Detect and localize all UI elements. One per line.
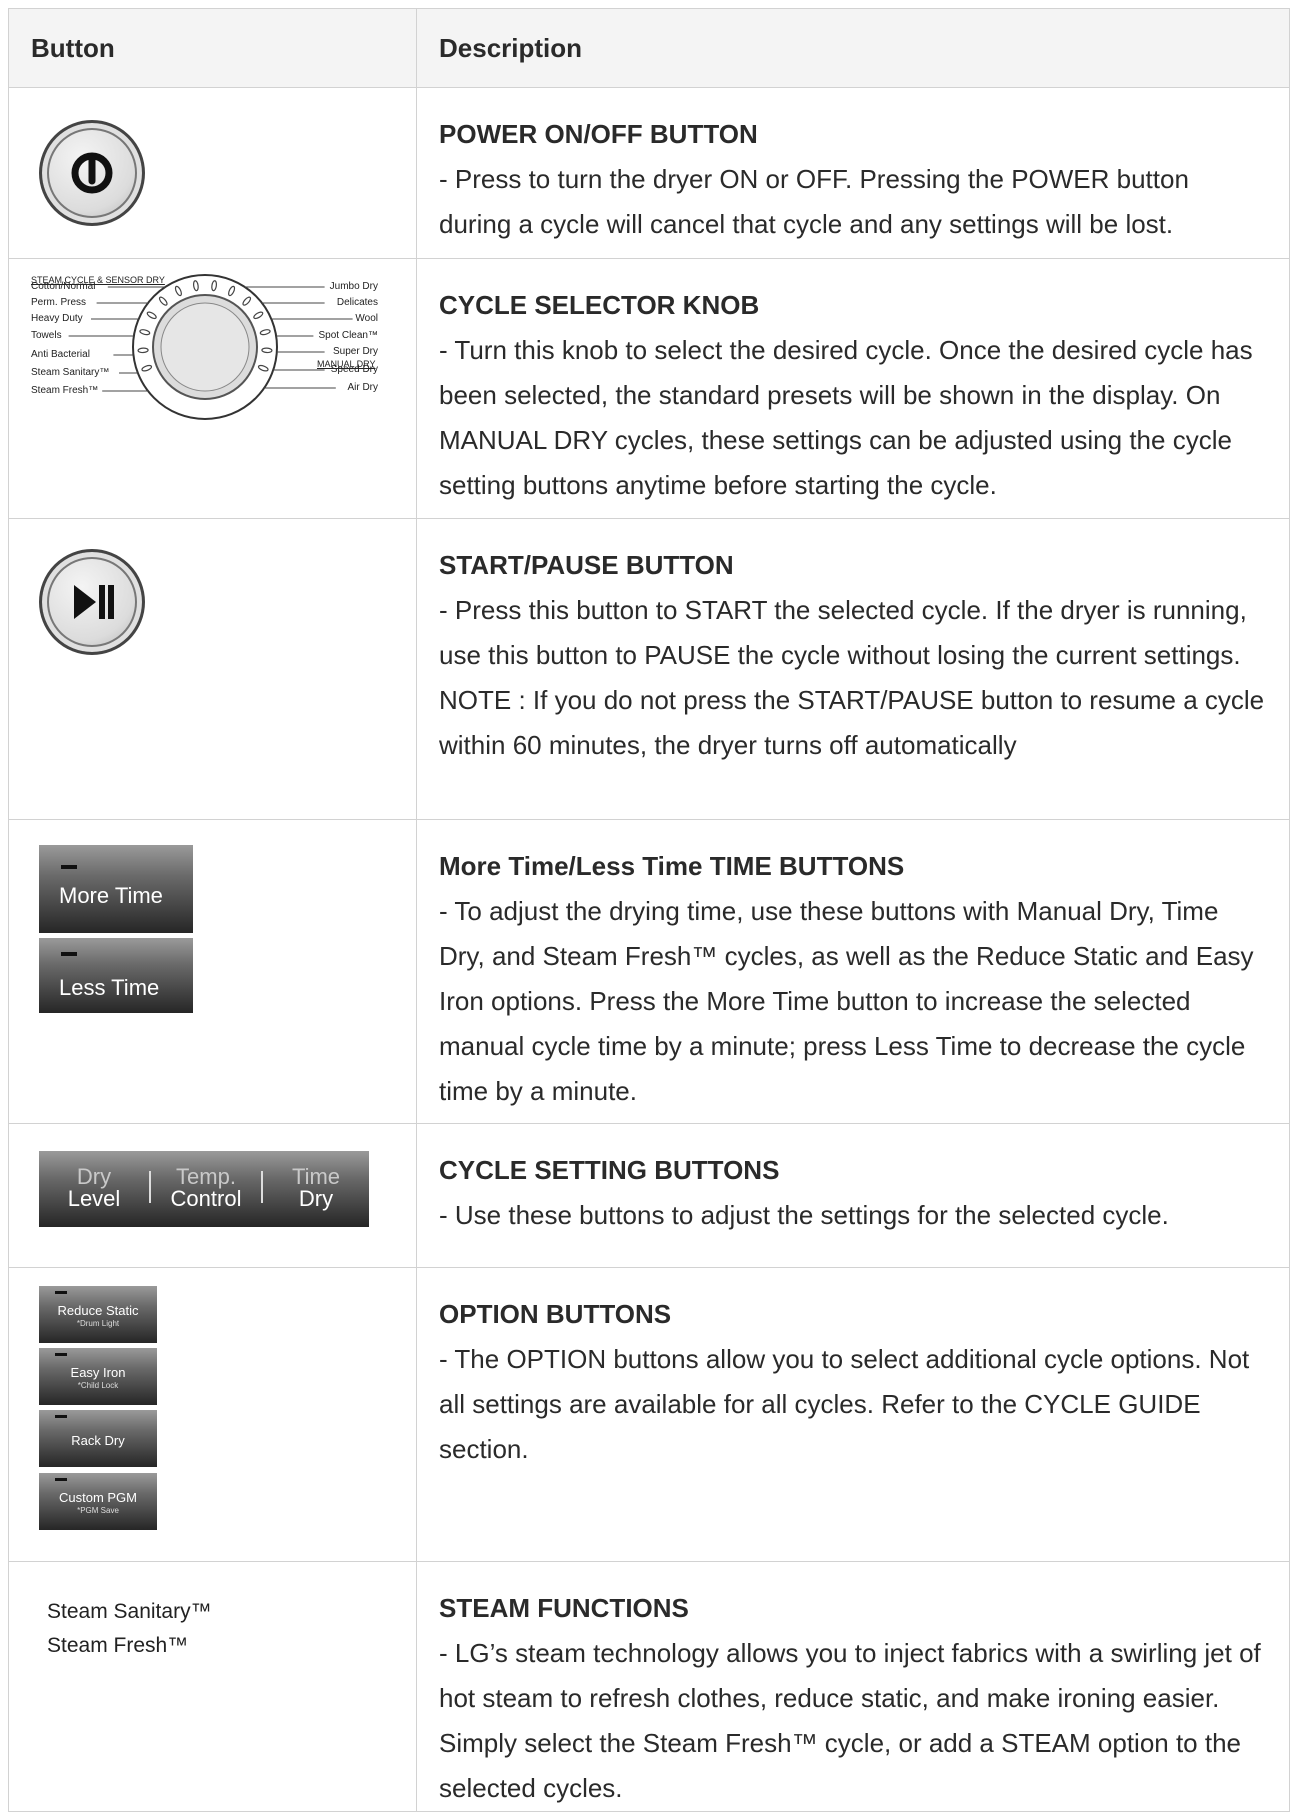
row-title: OPTION BUTTONS bbox=[439, 1299, 672, 1329]
table-row-time-buttons: More Time Less Time More Time/Less Time … bbox=[8, 819, 1290, 1124]
dial-label: Super Dry bbox=[332, 346, 378, 357]
option-sub-label: *Drum Light bbox=[76, 1319, 120, 1328]
steam-fresh-label: Steam Fresh™ bbox=[47, 1634, 189, 1657]
row-text: - Use these buttons to adjust the settin… bbox=[439, 1200, 1169, 1230]
option-button-icon: Custom PGM *PGM Save bbox=[39, 1473, 157, 1530]
indicator-light bbox=[61, 952, 77, 956]
table-row-option-buttons: Reduce Static *Drum Light Easy Iron *Child … bbox=[8, 1267, 1290, 1562]
indicator-light bbox=[55, 1478, 67, 1481]
row-text: - To adjust the drying time, use these b… bbox=[439, 896, 1254, 1106]
steam-sanitary-label: Steam Sanitary™ bbox=[47, 1600, 212, 1623]
option-label: Reduce Static bbox=[57, 1303, 139, 1318]
setting-description-cell: CYCLE SETTING BUTTONS - Use these button… bbox=[416, 1123, 1290, 1268]
table-row-steam-functions: Steam Sanitary™ Steam Fresh™ STEAM FUNCT… bbox=[8, 1561, 1290, 1812]
dial-label: Towels bbox=[31, 330, 62, 341]
more-time-label: More Time bbox=[59, 883, 163, 908]
cycle-setting-buttons-icon: Dry Level Temp. Control Time Dry bbox=[39, 1151, 369, 1227]
steam-image-cell: Steam Sanitary™ Steam Fresh™ bbox=[8, 1561, 417, 1812]
row-title: CYCLE SETTING BUTTONS bbox=[439, 1155, 780, 1185]
option-button-icon: Rack Dry bbox=[39, 1410, 157, 1467]
dial-label: Jumbo Dry bbox=[329, 281, 378, 292]
dial-label: Wool bbox=[355, 313, 378, 324]
header-description: Description bbox=[416, 8, 1290, 88]
row-title: POWER ON/OFF BUTTON bbox=[439, 119, 758, 149]
dial-label: Steam Sanitary™ bbox=[31, 367, 110, 378]
power-button-icon bbox=[39, 120, 145, 226]
start-pause-button-icon bbox=[39, 549, 145, 655]
temp-control-segment: Temp. Control bbox=[170, 1164, 242, 1211]
option-label: Custom PGM bbox=[58, 1490, 137, 1505]
dial-label: Steam Fresh™ bbox=[31, 385, 99, 396]
option-image-cell: Reduce Static *Drum Light Easy Iron *Child … bbox=[8, 1267, 417, 1562]
table-header-row: Button Description bbox=[8, 8, 1290, 88]
option-sub-label: *PGM Save bbox=[77, 1506, 119, 1515]
table-row-cycle-setting: Dry Level Temp. Control Time Dry CYCLE S… bbox=[8, 1123, 1290, 1268]
power-description-cell: POWER ON/OFF BUTTON - Press to turn the … bbox=[416, 87, 1290, 259]
indicator-light bbox=[55, 1353, 67, 1356]
time-image-cell: More Time Less Time bbox=[8, 819, 417, 1124]
indicator-light bbox=[61, 865, 77, 869]
dial-label: Spot Clean™ bbox=[318, 330, 378, 341]
start-description-cell: START/PAUSE BUTTON - Press this button t… bbox=[416, 518, 1290, 820]
row-text: - The OPTION buttons allow you to select… bbox=[439, 1344, 1250, 1464]
less-time-button-icon: Less Time bbox=[39, 938, 193, 1013]
indicator-light bbox=[55, 1291, 67, 1294]
row-text: - Press this button to START the selecte… bbox=[439, 595, 1265, 760]
dial-label: Anti Bacterial bbox=[31, 349, 90, 360]
row-title: STEAM FUNCTIONS bbox=[439, 1593, 689, 1623]
less-time-label: Less Time bbox=[59, 975, 160, 1000]
row-text: - Press to turn the dryer ON or OFF. Pre… bbox=[439, 164, 1189, 239]
option-description-cell: OPTION BUTTONS - The OPTION buttons allo… bbox=[416, 1267, 1290, 1562]
dry-level-segment: Dry Level bbox=[67, 1164, 121, 1211]
row-title: More Time/Less Time TIME BUTTONS bbox=[439, 851, 905, 881]
dial-label: Air Dry bbox=[347, 382, 378, 393]
option-button-icon: Easy Iron *Child Lock bbox=[39, 1348, 157, 1405]
indicator-light bbox=[55, 1415, 67, 1418]
row-text: - LG’s steam technology allows you to in… bbox=[439, 1638, 1261, 1803]
knob-description-cell: CYCLE SELECTOR KNOB - Turn this knob to … bbox=[416, 258, 1290, 519]
dial-label: Delicates bbox=[336, 297, 378, 308]
option-label: Rack Dry bbox=[71, 1433, 125, 1448]
option-button-icon: Reduce Static *Drum Light bbox=[39, 1286, 157, 1343]
table-row-start-pause: START/PAUSE BUTTON - Press this button t… bbox=[8, 518, 1290, 820]
start-image-cell bbox=[8, 518, 417, 820]
option-label: Easy Iron bbox=[70, 1365, 126, 1380]
table-row-power: POWER ON/OFF BUTTON - Press to turn the … bbox=[8, 87, 1290, 259]
more-time-button-icon: More Time bbox=[39, 845, 193, 933]
dial-label: Heavy Duty bbox=[31, 313, 83, 324]
dial-label: Cotton/Normal bbox=[31, 281, 96, 292]
setting-image-cell: Dry Level Temp. Control Time Dry bbox=[8, 1123, 417, 1268]
header-button: Button bbox=[8, 8, 417, 88]
dial-header-right: MANUAL DRY bbox=[317, 359, 376, 369]
row-text: - Turn this knob to select the desired c… bbox=[439, 335, 1253, 500]
time-description-cell: More Time/Less Time TIME BUTTONS - To ad… bbox=[416, 819, 1290, 1124]
button-description-table: Button Description POWER ON/OFF BUTTON - bbox=[8, 8, 1290, 1812]
power-image-cell bbox=[8, 87, 417, 259]
knob-image-cell: STEAM CYCLE & SENSOR DRY Cotton/Normal Pe… bbox=[8, 258, 417, 519]
time-dry-segment: Time Dry bbox=[291, 1164, 341, 1211]
steam-description-cell: STEAM FUNCTIONS - LG’s steam technology … bbox=[416, 1561, 1290, 1812]
row-title: START/PAUSE BUTTON bbox=[439, 550, 734, 580]
table-row-cycle-knob: STEAM CYCLE & SENSOR DRY Cotton/Normal Pe… bbox=[8, 258, 1290, 519]
row-title: CYCLE SELECTOR KNOB bbox=[439, 290, 760, 320]
option-sub-label: *Child Lock bbox=[77, 1381, 119, 1390]
page: Button Description POWER ON/OFF BUTTON - bbox=[0, 0, 1297, 1812]
dial-label: Perm. Press bbox=[31, 297, 87, 308]
